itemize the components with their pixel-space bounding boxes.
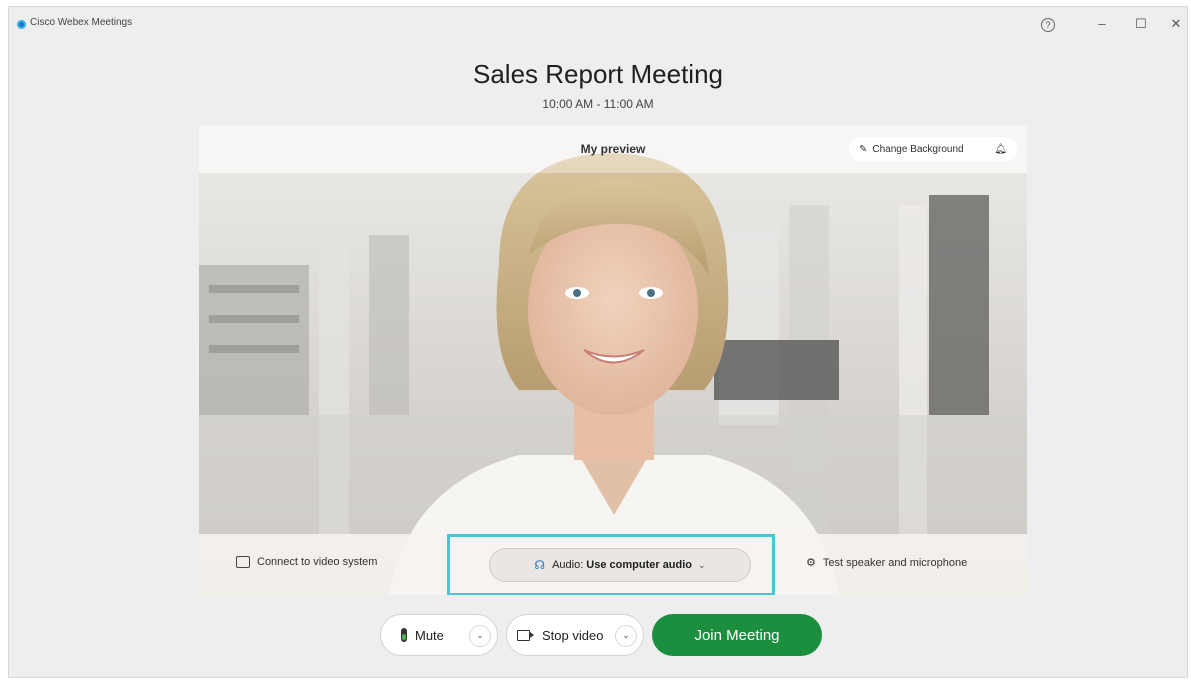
gear-icon: ⚙ xyxy=(806,557,816,569)
title-bar: Cisco Webex Meetings ? – ☐ ✕ xyxy=(9,7,1187,43)
magic-wand-icon: ✎ xyxy=(859,143,868,155)
meeting-title: Sales Report Meeting xyxy=(472,59,724,89)
connect-video-label: Connect to video system xyxy=(257,556,378,568)
help-icon[interactable]: ? xyxy=(1037,13,1059,35)
audio-prefix: Audio: xyxy=(552,559,584,571)
stop-video-button[interactable]: Stop video ⌄ xyxy=(506,614,644,656)
video-preview: My preview ✎ Change Background 🔔︎ Connec… xyxy=(199,125,1027,595)
minimize-button[interactable]: – xyxy=(1091,13,1113,35)
preview-options-bar: Connect to video system ☊ Audio: Use com… xyxy=(199,534,1027,595)
video-system-icon xyxy=(236,556,250,568)
mute-label: Mute xyxy=(415,627,444,643)
webex-logo-icon xyxy=(17,20,26,29)
mute-button[interactable]: Mute ⌄ xyxy=(380,614,498,656)
change-background-label: Change Background xyxy=(872,143,964,155)
computer-audio-icon: ☊ xyxy=(534,558,546,572)
close-button[interactable]: ✕ xyxy=(1165,13,1187,35)
app-title: Cisco Webex Meetings xyxy=(30,17,133,28)
microphone-icon xyxy=(401,628,407,642)
chevron-down-icon: ⌄ xyxy=(698,559,706,570)
audio-value: Use computer audio xyxy=(586,559,693,571)
meeting-time: 10:00 AM - 11:00 AM xyxy=(542,97,654,111)
notification-icon[interactable]: 🔔︎ xyxy=(994,144,1007,155)
audio-connection-dropdown[interactable]: ☊ Audio: Use computer audio ⌄ xyxy=(489,548,751,582)
test-speaker-button[interactable]: ⚙ Test speaker and microphone xyxy=(806,556,968,570)
meeting-controls: Mute ⌄ Stop video ⌄ Join Meeting xyxy=(9,614,1187,658)
connect-video-system-button[interactable]: Connect to video system xyxy=(236,556,377,568)
camera-icon xyxy=(517,629,534,641)
join-meeting-button[interactable]: Join Meeting xyxy=(652,614,822,656)
change-background-button[interactable]: ✎ Change Background 🔔︎ xyxy=(849,137,1017,161)
stop-video-label: Stop video xyxy=(542,627,604,643)
webex-window: Cisco Webex Meetings ? – ☐ ✕ Sales Repor… xyxy=(8,6,1188,678)
test-speaker-label: Test speaker and microphone xyxy=(822,556,968,569)
maximize-button[interactable]: ☐ xyxy=(1130,13,1152,35)
preview-image xyxy=(199,125,1027,595)
video-options-chevron-icon[interactable]: ⌄ xyxy=(615,625,637,647)
mute-options-chevron-icon[interactable]: ⌄ xyxy=(469,625,491,647)
